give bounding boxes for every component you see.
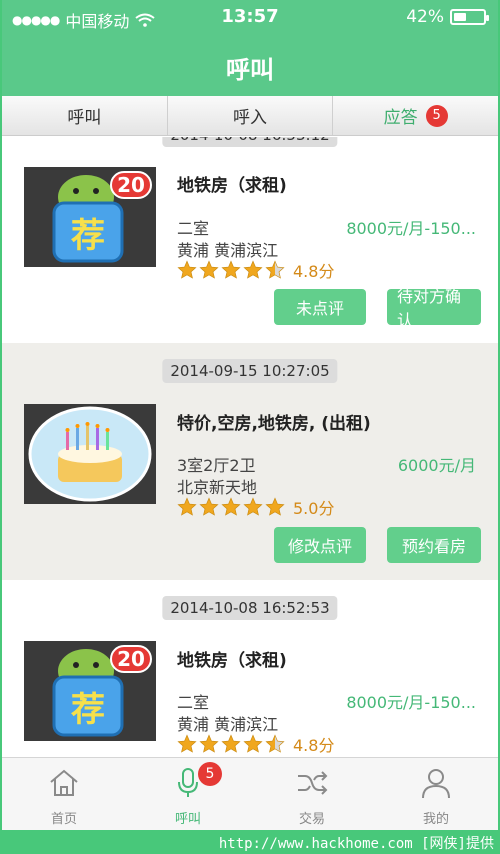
tab-incoming[interactable]: 呼入 <box>168 96 334 135</box>
call-list: 2014-10-08 16:53:12 荐 20 地铁房（求租) 二室 8000… <box>2 137 498 757</box>
list-item[interactable]: 2014-10-08 16:52:53 荐 20 地铁房（求租) 二室 8000… <box>2 580 498 757</box>
status-bar: ●●●●● 中国移动 13:57 42% <box>2 0 498 36</box>
list-item[interactable]: 2014-09-15 10:27:05 特价,空房,地铁房, (出租) 3室2厅… <box>2 343 498 580</box>
star-icon <box>221 734 241 753</box>
bottom-tab-bar: 首页 5 呼叫 交易 我的 <box>2 757 498 830</box>
star-icon <box>265 734 285 753</box>
star-icon <box>265 260 285 279</box>
tab-label: 呼入 <box>233 108 267 128</box>
star-rating-icon <box>177 497 285 517</box>
listing-title: 特价,空房,地铁房, (出租) <box>177 414 371 434</box>
svg-text:荐: 荐 <box>71 216 105 256</box>
tabbar-mine[interactable]: 我的 <box>374 758 498 830</box>
tabbar-trade[interactable]: 交易 <box>250 758 374 830</box>
listing-thumbnail <box>24 404 156 504</box>
rating-score: 5.0分 <box>293 499 335 518</box>
not-reviewed-button[interactable]: 未点评 <box>274 289 366 325</box>
svg-text:荐: 荐 <box>71 690 105 730</box>
date-chip: 2014-10-08 16:52:53 <box>162 596 338 620</box>
listing-thumbnail: 荐 20 <box>24 641 156 741</box>
listing-price: 6000元/月 <box>397 456 476 475</box>
tab-answer[interactable]: 应答 5 <box>333 96 498 135</box>
star-rating-icon <box>177 734 285 754</box>
footer-bar: http://www.hackhome.com [网侠]提供 <box>0 830 500 854</box>
star-icon <box>199 734 219 753</box>
listing-price: 8000元/月-150... <box>346 219 476 238</box>
star-rating-icon <box>177 260 285 280</box>
listing-layout: 二室 <box>177 219 210 238</box>
segment-tabs: 呼叫 呼入 应答 5 <box>2 96 498 136</box>
thumb-badge: 20 <box>110 171 152 199</box>
battery-percent: 42% <box>406 7 444 27</box>
listing-layout: 二室 <box>177 693 210 712</box>
battery-icon <box>450 9 489 25</box>
star-icon <box>221 497 241 516</box>
star-icon <box>221 260 241 279</box>
listing-title: 地铁房（求租) <box>177 651 287 671</box>
tab-label: 应答 <box>383 108 418 128</box>
tab-call[interactable]: 呼叫 <box>2 96 168 135</box>
star-icon <box>243 734 263 753</box>
thumb-badge: 20 <box>110 645 152 673</box>
star-icon <box>265 497 285 516</box>
phone-screen: ●●●●● 中国移动 13:57 42% 呼叫 呼叫 呼入 应答 5 荐 20 … <box>0 0 500 830</box>
star-icon <box>177 734 197 753</box>
awaiting-confirm-button[interactable]: 待对方确认 <box>387 287 481 330</box>
rating: 4.8分 <box>177 732 334 756</box>
tab-answer-badge: 5 <box>425 104 448 127</box>
star-icon <box>243 497 263 516</box>
listing-layout: 3室2厅2卫 <box>177 456 256 475</box>
book-viewing-button[interactable]: 预约看房 <box>387 527 481 563</box>
star-icon <box>243 260 263 279</box>
tabbar-label: 交易 <box>298 812 325 827</box>
tabbar-call-badge: 5 <box>197 762 222 786</box>
rating: 4.8分 <box>177 258 334 282</box>
listing-title: 地铁房（求租) <box>177 176 287 196</box>
tab-label: 呼叫 <box>67 108 102 128</box>
tabbar-label: 呼叫 <box>174 812 201 827</box>
tabbar-label: 我的 <box>422 812 449 827</box>
tabbar-label: 首页 <box>50 812 77 827</box>
rating: 5.0分 <box>177 495 334 519</box>
page-title: 呼叫 <box>226 56 274 84</box>
star-icon <box>177 497 197 516</box>
header: ●●●●● 中国移动 13:57 42% 呼叫 <box>2 0 498 96</box>
star-icon <box>177 260 197 279</box>
listing-thumbnail: 荐 20 <box>24 167 156 267</box>
rating-score: 4.8分 <box>293 262 335 281</box>
home-icon <box>50 769 78 796</box>
star-icon <box>199 260 219 279</box>
watermark-text: http://www.hackhome.com [网侠]提供 <box>218 836 494 852</box>
listing-price: 8000元/月-150... <box>346 693 476 712</box>
tabbar-call[interactable]: 5 呼叫 <box>126 758 250 830</box>
birthday-cake-icon <box>24 404 156 504</box>
edit-review-button[interactable]: 修改点评 <box>274 527 366 563</box>
shuffle-icon <box>298 771 328 795</box>
star-icon <box>199 497 219 516</box>
user-icon <box>422 769 450 799</box>
rating-score: 4.8分 <box>293 736 335 755</box>
date-chip: 2014-09-15 10:27:05 <box>162 359 338 383</box>
list-item[interactable]: 荐 20 地铁房（求租) 二室 8000元/月-150... 黄浦 黄浦滨江 4… <box>2 137 498 343</box>
tabbar-home[interactable]: 首页 <box>2 758 126 830</box>
